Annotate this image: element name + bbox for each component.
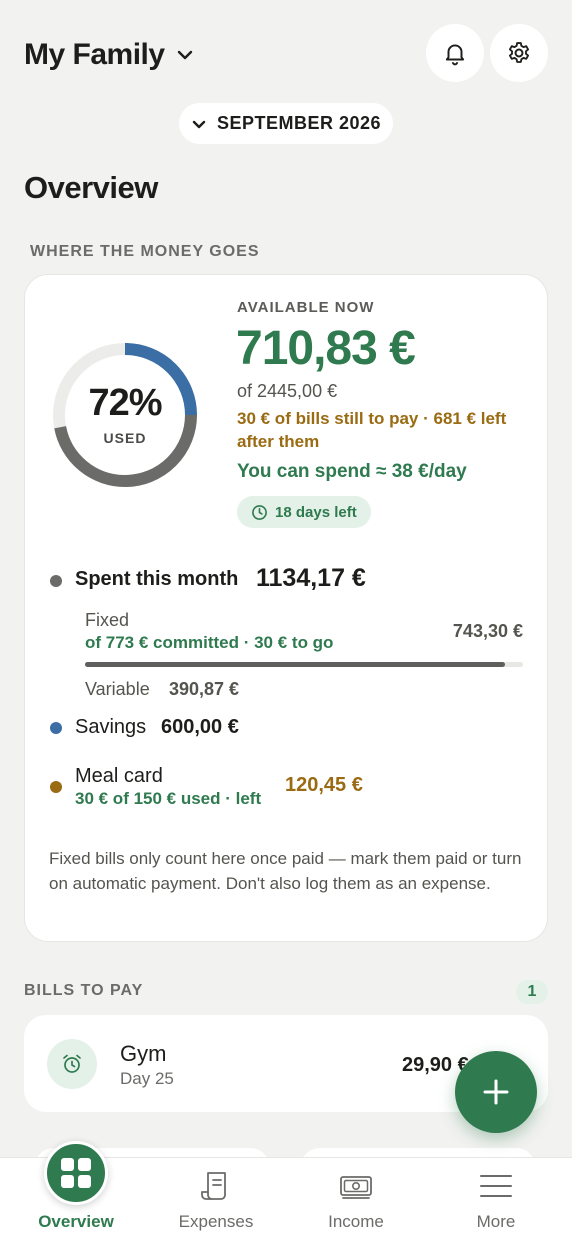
meal-card-label: Meal card <box>75 765 163 787</box>
used-label: USED <box>103 430 147 446</box>
used-percent: 72% <box>88 382 162 424</box>
days-left-badge: 18 days left <box>237 496 371 528</box>
chevron-down-icon <box>192 120 206 128</box>
bill-name: Gym <box>120 1041 167 1066</box>
fixed-progress-bar <box>85 662 523 667</box>
page-title: Overview <box>24 170 158 205</box>
bill-due-day: Day 25 <box>120 1069 174 1088</box>
month-selector[interactable]: SEPTEMBER 2026 <box>179 103 393 144</box>
savings-dot <box>50 722 62 734</box>
fixed-committed-text: of 773 € committed · 30 € to go <box>85 633 334 652</box>
banknote-icon <box>340 1176 372 1199</box>
available-label: AVAILABLE NOW <box>237 299 375 316</box>
meal-card-value: 120,45 € <box>285 774 363 796</box>
settings-button[interactable] <box>490 24 548 82</box>
chevron-down-icon <box>177 50 192 60</box>
money-overview-card: 72% USED AVAILABLE NOW 710,83 € of 2445,… <box>24 274 548 942</box>
donut-center: 72% USED <box>49 339 201 491</box>
header: My Family <box>24 24 548 82</box>
section-label-bills: BILLS TO PAY <box>24 982 144 999</box>
add-button[interactable] <box>455 1051 537 1133</box>
notifications-button[interactable] <box>426 24 484 82</box>
spent-dot <box>50 575 62 587</box>
family-name: My Family <box>24 38 165 71</box>
spent-value: 1134,17 € <box>256 564 366 592</box>
family-switcher[interactable]: My Family <box>24 38 195 72</box>
nav-expenses[interactable]: Expenses <box>146 1158 286 1238</box>
variable-value: 390,87 € <box>169 679 240 699</box>
nav-label: More <box>476 1212 516 1231</box>
fixed-bills-note: Fixed bills only count here once paid — … <box>49 849 522 893</box>
savings-label: Savings <box>75 716 147 738</box>
nav-label: Income <box>328 1212 384 1231</box>
nav-more[interactable]: More <box>426 1158 566 1238</box>
receipt-icon <box>201 1172 226 1200</box>
meal-card-usage: 30 € of 150 € used · left <box>75 789 262 808</box>
total-budget: of 2445,00 € <box>237 381 338 401</box>
gear-icon <box>508 42 530 63</box>
nav-label: Overview <box>38 1212 114 1231</box>
available-amount: 710,83 € <box>236 322 416 375</box>
meal-card-dot <box>50 781 62 793</box>
menu-icon <box>480 1175 512 1197</box>
days-left-text: 18 days left <box>275 503 357 521</box>
bell-icon <box>445 44 465 66</box>
bills-remaining-text: 30 € of bills still to pay · 681 € left … <box>237 409 507 451</box>
bills-count-badge: 1 <box>516 980 548 1004</box>
fixed-progress-fill <box>85 662 506 667</box>
grid-icon <box>61 1158 91 1188</box>
nav-overview-active-indicator[interactable] <box>44 1141 108 1205</box>
fixed-value: 743,30 € <box>452 621 523 641</box>
nav-label: Expenses <box>178 1212 254 1231</box>
daily-allowance: You can spend ≈ 38 €/day <box>237 461 467 482</box>
savings-value: 600,00 € <box>161 716 239 738</box>
spent-label: Spent this month <box>75 568 239 590</box>
variable-label: Variable <box>85 679 150 699</box>
bill-icon-wrapper <box>47 1039 97 1089</box>
fixed-label: Fixed <box>85 610 130 630</box>
month-label: SEPTEMBER 2026 <box>216 113 382 133</box>
clock-icon <box>252 504 267 520</box>
alarm-clock-icon <box>63 1054 81 1073</box>
plus-icon <box>483 1079 509 1105</box>
section-label-money: WHERE THE MONEY GOES <box>30 243 260 260</box>
nav-income[interactable]: Income <box>286 1158 426 1238</box>
